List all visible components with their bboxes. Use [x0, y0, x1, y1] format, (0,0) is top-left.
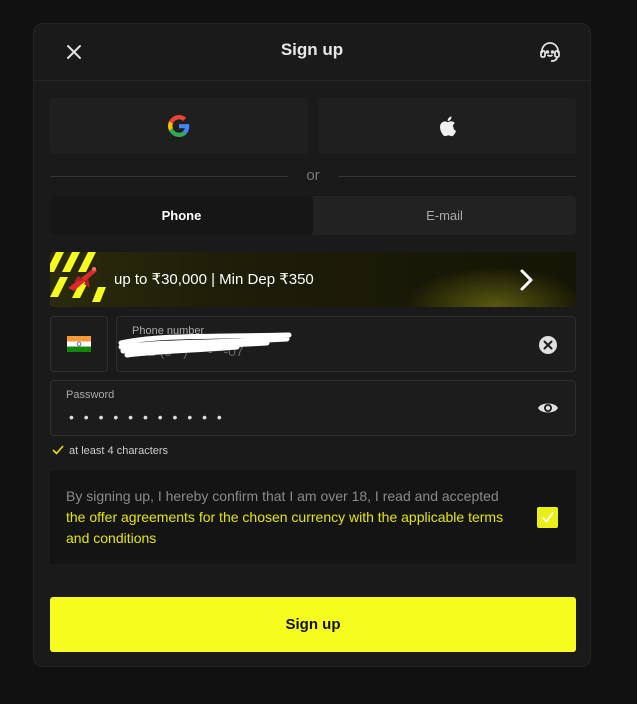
or-divider: or	[50, 167, 576, 187]
google-icon	[168, 115, 190, 137]
password-value: • • • • • • • • • • •	[69, 409, 225, 425]
terms-link[interactable]: the offer agreements for the chosen curr…	[66, 509, 503, 546]
modal-header: Sign up	[34, 24, 590, 81]
password-hint: at least 4 characters	[52, 445, 168, 457]
terms-consent-box: By signing up, I hereby confirm that I a…	[50, 470, 576, 564]
redaction-scribble	[118, 332, 292, 358]
terms-checkbox[interactable]	[537, 507, 558, 528]
chevron-right-icon	[520, 269, 533, 291]
signup-button[interactable]: Sign up	[50, 597, 576, 652]
terms-text: By signing up, I hereby confirm that I a…	[66, 486, 516, 549]
tab-email[interactable]: E-mail	[313, 196, 576, 235]
terms-plain-text: By signing up, I hereby confirm that I a…	[66, 488, 499, 504]
tab-phone[interactable]: Phone	[50, 196, 313, 235]
google-signin-button[interactable]	[50, 98, 308, 154]
country-code-select[interactable]	[50, 316, 108, 372]
promo-banner[interactable]: up to ₹30,000 | Min Dep ₹350	[50, 252, 576, 307]
clear-circle-icon[interactable]	[539, 336, 557, 354]
promo-text: up to ₹30,000 | Min Dep ₹350	[114, 271, 314, 288]
check-icon	[52, 445, 64, 455]
headset-icon[interactable]	[538, 40, 562, 64]
airplane-icon	[68, 267, 97, 291]
apple-icon	[440, 116, 457, 137]
password-field[interactable]: Password • • • • • • • • • • •	[50, 380, 576, 436]
divider-line-right	[338, 176, 576, 177]
eye-icon[interactable]	[537, 400, 559, 416]
password-label: Password	[66, 389, 115, 401]
india-flag-icon	[67, 336, 91, 352]
apple-signin-button[interactable]	[318, 98, 576, 154]
phone-number-field[interactable]: Phone number +91 (9**) ***-**-07	[116, 316, 576, 372]
password-hint-text: at least 4 characters	[69, 445, 169, 457]
modal-title: Sign up	[280, 40, 344, 59]
check-icon	[542, 512, 554, 523]
signup-modal: Sign up or Phone E-mail up to ₹30,000 | …	[33, 23, 591, 667]
signup-method-tabs: Phone E-mail	[50, 196, 576, 235]
